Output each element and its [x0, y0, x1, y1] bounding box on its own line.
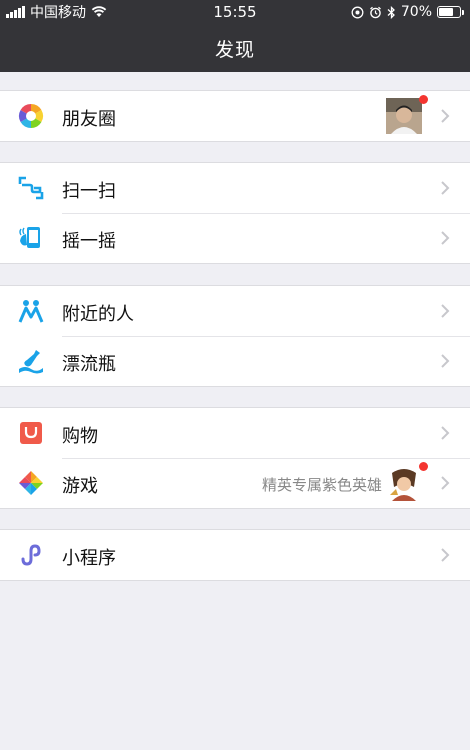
status-bar: 中国移动 15:55 70%	[0, 0, 470, 24]
menu-item-mini-programs[interactable]: 小程序	[0, 530, 470, 580]
group-moments: 朋友圈	[0, 90, 470, 142]
menu-item-label: 游戏	[62, 476, 98, 497]
menu-item-shopping[interactable]: 购物	[0, 408, 470, 458]
menu-item-label: 摇一摇	[62, 231, 116, 252]
alarm-icon	[369, 6, 381, 18]
shake-icon	[19, 227, 40, 248]
group-nearby-bottle: 附近的人 漂流瓶	[0, 285, 470, 387]
menu-item-label: 朋友圈	[62, 109, 116, 130]
menu-item-label: 小程序	[62, 548, 116, 569]
chevron-right-icon	[441, 476, 450, 490]
wifi-icon	[91, 6, 107, 17]
group-scan-shake: 扫一扫 摇一摇	[0, 162, 470, 264]
new-badge-dot	[419, 462, 428, 471]
signal-strength-icon	[6, 6, 25, 18]
menu-item-shake[interactable]: 摇一摇	[0, 213, 470, 263]
menu-item-moments[interactable]: 朋友圈	[0, 91, 470, 141]
nearby-people-icon	[18, 300, 44, 323]
carrier-name: 中国移动	[30, 5, 86, 21]
chevron-right-icon	[441, 181, 450, 195]
game-hero-thumbnail	[386, 465, 422, 501]
shopping-icon	[20, 422, 42, 444]
menu-item-scan[interactable]: 扫一扫	[0, 163, 470, 213]
mini-program-icon	[21, 544, 41, 566]
chevron-right-icon	[441, 304, 450, 318]
group-mini-programs: 小程序	[0, 529, 470, 581]
menu-item-label: 漂流瓶	[62, 354, 116, 375]
menu-item-label: 购物	[62, 426, 98, 447]
menu-item-nearby-people[interactable]: 附近的人	[0, 286, 470, 336]
friend-avatar-thumbnail	[386, 98, 422, 134]
chevron-right-icon	[441, 548, 450, 562]
bluetooth-icon	[387, 5, 395, 19]
battery-percent: 70%	[400, 4, 432, 20]
scan-icon	[18, 176, 44, 200]
chevron-right-icon	[441, 354, 450, 368]
nav-bar: 发现	[0, 24, 470, 72]
games-icon	[19, 471, 43, 495]
menu-item-label: 附近的人	[62, 304, 134, 325]
chevron-right-icon	[441, 426, 450, 440]
menu-item-games[interactable]: 游戏 精英专属紫色英雄	[0, 458, 470, 508]
menu-item-label: 扫一扫	[62, 181, 116, 202]
chevron-right-icon	[441, 231, 450, 245]
drift-bottle-icon	[19, 350, 43, 374]
menu-item-drift-bottle[interactable]: 漂流瓶	[0, 336, 470, 386]
group-shopping-games: 购物 游戏 精英专属紫色英雄	[0, 407, 470, 509]
location-lock-icon	[351, 6, 364, 18]
page-title: 发现	[214, 38, 255, 61]
battery-icon	[437, 6, 464, 18]
moments-icon	[18, 104, 44, 128]
new-badge-dot	[419, 95, 428, 104]
chevron-right-icon	[441, 109, 450, 123]
games-promo-text: 精英专属紫色英雄	[261, 476, 382, 494]
